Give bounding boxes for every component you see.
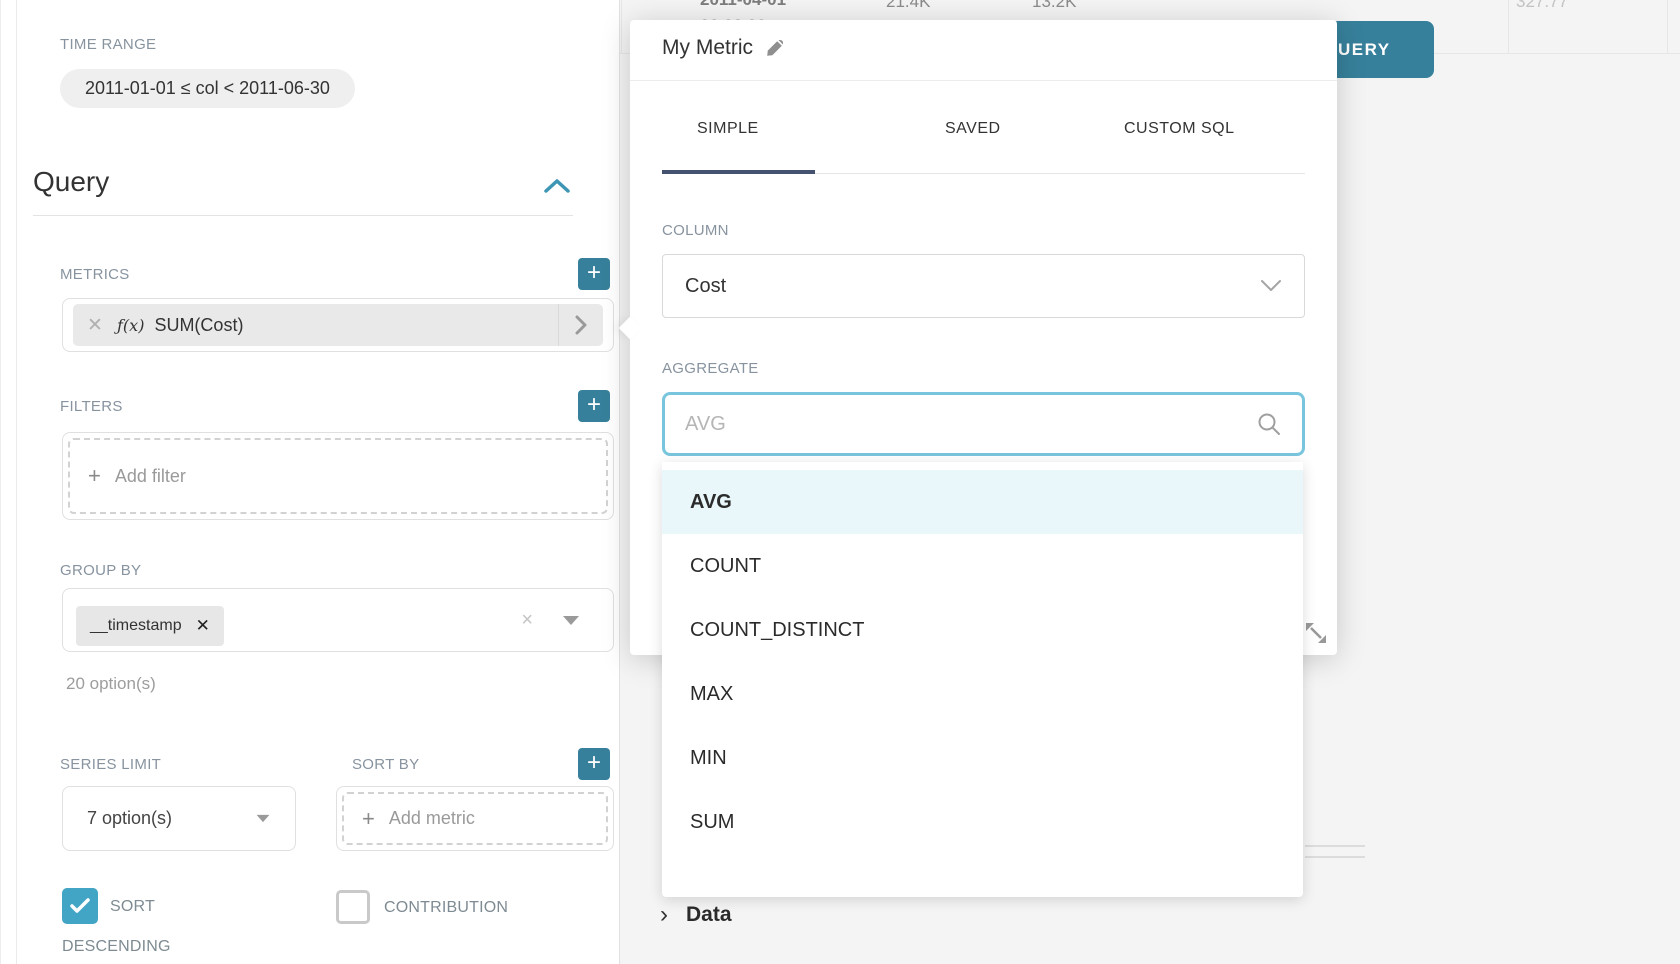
series-limit-select[interactable]: 7 option(s) bbox=[62, 786, 296, 851]
clear-all-icon[interactable]: × bbox=[521, 589, 533, 651]
table-cell-value: 13.2K bbox=[1032, 0, 1076, 15]
remove-tag-icon[interactable]: ✕ bbox=[196, 616, 210, 636]
time-range-pill[interactable]: 2011-01-01 ≤ col < 2011-06-30 bbox=[60, 69, 355, 108]
metric-popover-tabs: SIMPLE SAVED CUSTOM SQL bbox=[662, 120, 1305, 180]
add-filter-button[interactable]: + Add filter bbox=[68, 438, 608, 514]
tab-custom-sql[interactable]: CUSTOM SQL bbox=[1124, 120, 1235, 138]
table-cell-value: 21.4K bbox=[886, 0, 930, 15]
plus-icon: + bbox=[88, 465, 101, 487]
aggregate-options-dropdown: AVG COUNT COUNT_DISTINCT MAX MIN SUM bbox=[662, 462, 1303, 897]
option-avg[interactable]: AVG bbox=[662, 470, 1303, 534]
column-label: COLUMN bbox=[662, 222, 729, 239]
time-range-value: 2011-01-01 ≤ col < 2011-06-30 bbox=[85, 78, 330, 99]
contribution-label: CONTRIBUTION bbox=[384, 899, 508, 917]
metric-chip[interactable]: ✕ ƒ(x) SUM(Cost) bbox=[73, 304, 603, 346]
panel-border bbox=[16, 0, 17, 964]
collapse-section-icon[interactable] bbox=[543, 178, 571, 194]
data-panel-title: Data bbox=[686, 903, 732, 927]
column-select[interactable]: Cost bbox=[662, 254, 1305, 318]
dropdown-caret-icon[interactable] bbox=[563, 616, 579, 625]
group-by-label: GROUP BY bbox=[60, 562, 141, 579]
run-query-label: UERY bbox=[1338, 40, 1391, 60]
section-divider bbox=[33, 215, 573, 216]
aggregate-label: AGGREGATE bbox=[662, 360, 759, 377]
resize-diagonal-icon[interactable] bbox=[1303, 620, 1329, 651]
metric-name: My Metric bbox=[662, 36, 753, 60]
search-icon bbox=[1256, 411, 1282, 437]
group-by-options-hint: 20 option(s) bbox=[66, 674, 156, 694]
group-by-select[interactable]: __timestamp ✕ × bbox=[62, 588, 614, 652]
sort-by-field: + Add metric bbox=[336, 786, 614, 851]
fx-icon: ƒ(x) bbox=[117, 316, 144, 335]
filters-field: + Add filter bbox=[62, 432, 614, 520]
edit-name-pencil-icon[interactable] bbox=[765, 39, 784, 58]
tab-saved[interactable]: SAVED bbox=[945, 120, 1001, 138]
background-divider-line bbox=[1305, 845, 1365, 847]
chart-explorer-screen: 2011-04-01 00:00:00 21.4K 13.2K 327.77 U… bbox=[0, 0, 1680, 964]
chevron-right-icon: › bbox=[660, 903, 668, 927]
plus-icon: + bbox=[362, 808, 375, 830]
filters-label: FILTERS bbox=[60, 398, 123, 415]
metrics-label: METRICS bbox=[60, 266, 130, 283]
aggregate-placeholder: AVG bbox=[685, 413, 726, 436]
sort-descending-label-line1: SORT bbox=[110, 898, 155, 916]
series-limit-value: 7 option(s) bbox=[87, 808, 172, 829]
active-tab-indicator bbox=[662, 170, 815, 174]
edit-metric-caret-icon[interactable] bbox=[558, 304, 603, 346]
dropdown-caret-icon bbox=[257, 815, 270, 822]
remove-metric-icon[interactable]: ✕ bbox=[73, 314, 117, 337]
metrics-field: ✕ ƒ(x) SUM(Cost) bbox=[62, 298, 614, 352]
table-gridline bbox=[1667, 0, 1668, 53]
series-limit-label: SERIES LIMIT bbox=[60, 756, 161, 773]
tab-simple[interactable]: SIMPLE bbox=[697, 120, 759, 138]
sort-by-label: SORT BY bbox=[352, 756, 419, 773]
table-cell-value: 327.77 bbox=[1516, 0, 1568, 15]
chevron-down-icon bbox=[1260, 279, 1282, 293]
sort-descending-label-line2: DESCENDING bbox=[62, 938, 171, 956]
aggregate-search-input[interactable]: AVG bbox=[662, 392, 1305, 456]
column-select-value: Cost bbox=[685, 275, 726, 298]
group-by-tag-label: __timestamp bbox=[90, 617, 182, 635]
option-sum[interactable]: SUM bbox=[662, 790, 1303, 854]
metric-chip-label: SUM(Cost) bbox=[154, 315, 243, 336]
query-section-title: Query bbox=[33, 166, 109, 198]
add-filter-plus-button[interactable]: + bbox=[578, 390, 610, 422]
option-min[interactable]: MIN bbox=[662, 726, 1303, 790]
add-metric-plus-button[interactable]: + bbox=[578, 258, 610, 290]
data-panel-header[interactable]: › Data bbox=[660, 903, 732, 927]
sort-descending-checkbox[interactable] bbox=[62, 888, 98, 924]
add-filter-label: Add filter bbox=[115, 466, 186, 487]
option-count[interactable]: COUNT bbox=[662, 534, 1303, 598]
run-query-button[interactable]: UERY bbox=[1330, 21, 1434, 78]
option-max[interactable]: MAX bbox=[662, 662, 1303, 726]
contribution-checkbox[interactable] bbox=[336, 890, 370, 924]
table-gridline bbox=[621, 0, 622, 53]
popover-title: My Metric bbox=[662, 36, 784, 60]
time-range-label: TIME RANGE bbox=[60, 36, 156, 53]
background-divider-line bbox=[1305, 856, 1365, 858]
add-sort-metric-plus-button[interactable]: + bbox=[578, 748, 610, 780]
group-by-tag[interactable]: __timestamp ✕ bbox=[76, 606, 224, 646]
option-count-distinct[interactable]: COUNT_DISTINCT bbox=[662, 598, 1303, 662]
add-sort-metric-button[interactable]: + Add metric bbox=[342, 792, 608, 845]
popover-header-divider bbox=[630, 80, 1337, 81]
add-metric-label: Add metric bbox=[389, 808, 475, 829]
table-gridline bbox=[1508, 0, 1509, 53]
